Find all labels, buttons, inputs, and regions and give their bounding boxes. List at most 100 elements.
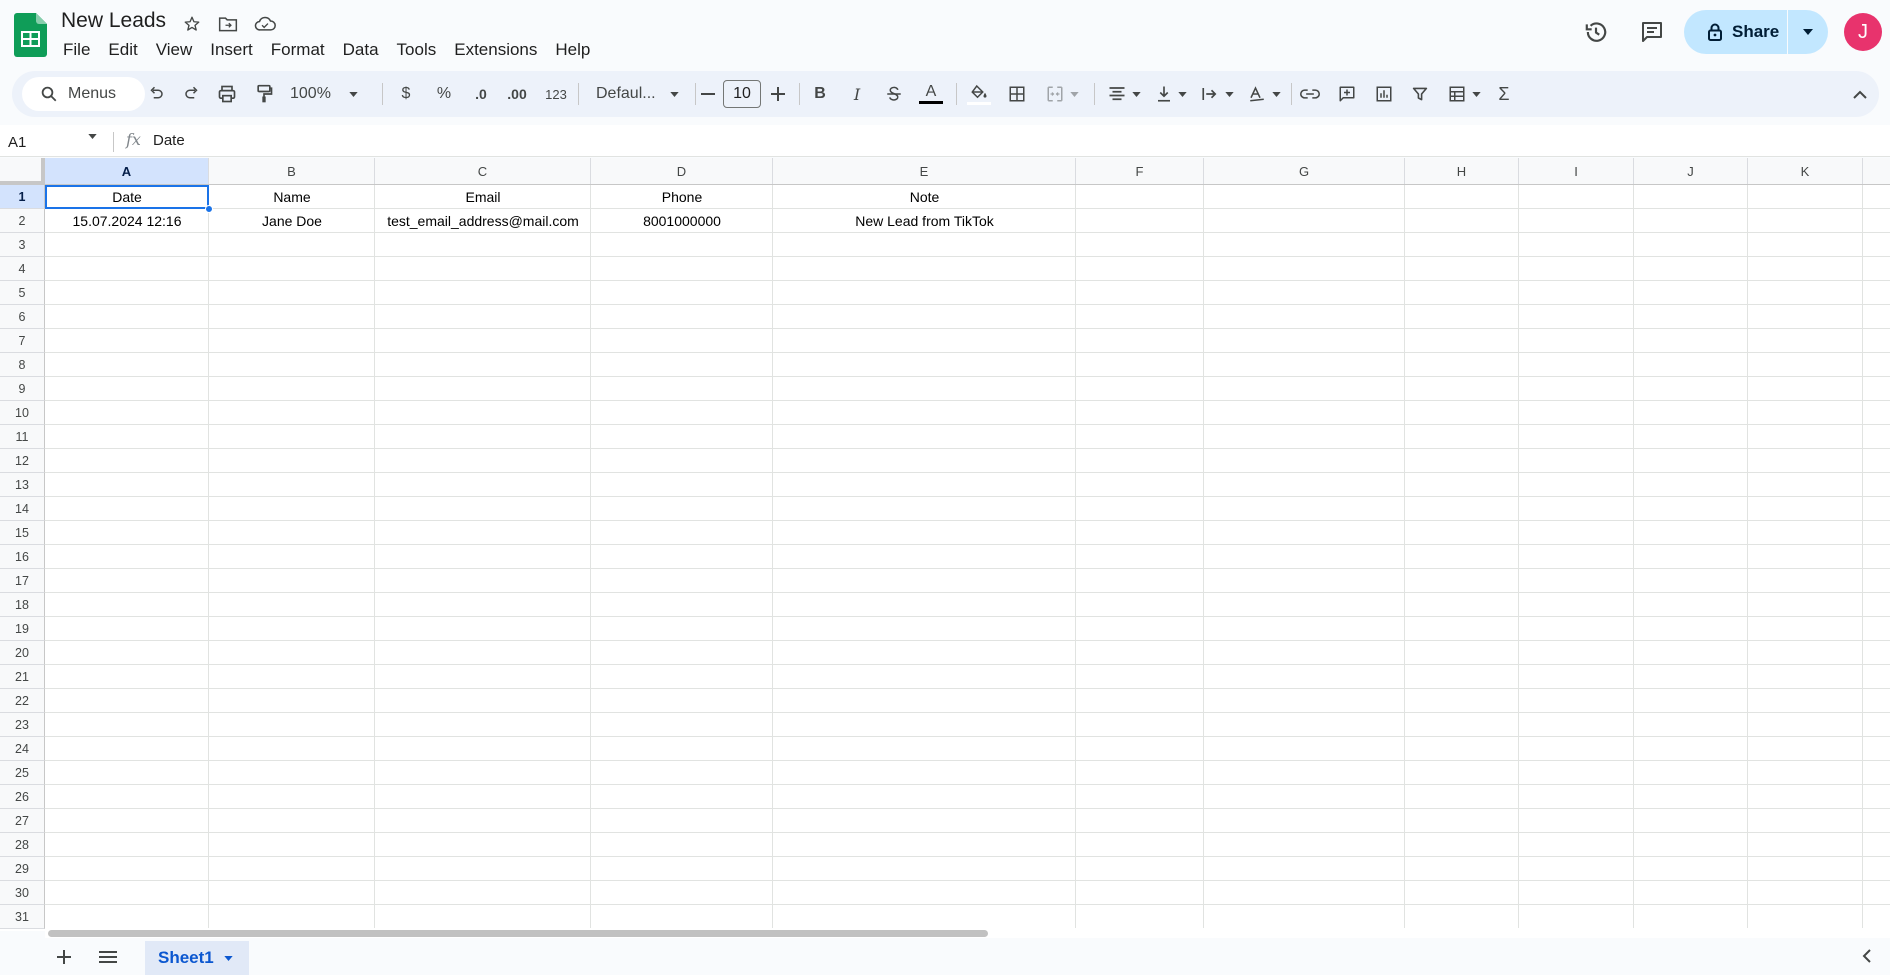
increase-decimal-button[interactable]: .00 <box>502 80 532 108</box>
fill-handle[interactable] <box>205 205 213 213</box>
insert-link-icon[interactable] <box>1298 80 1322 108</box>
redo-icon[interactable] <box>180 80 204 108</box>
row-header-18[interactable]: 18 <box>0 593 45 617</box>
undo-icon[interactable] <box>144 80 168 108</box>
version-history-icon[interactable] <box>1580 16 1612 48</box>
font-size-input[interactable]: 10 <box>723 80 761 108</box>
row-header-4[interactable]: 4 <box>0 257 45 281</box>
column-header-d[interactable]: D <box>591 158 773 184</box>
row-header-2[interactable]: 2 <box>0 209 45 233</box>
column-header-g[interactable]: G <box>1204 158 1405 184</box>
cell-b1[interactable]: Name <box>209 185 375 209</box>
row-header-14[interactable]: 14 <box>0 497 45 521</box>
zoom-select[interactable]: 100% <box>290 80 370 108</box>
row-header-24[interactable]: 24 <box>0 737 45 761</box>
row-header-25[interactable]: 25 <box>0 761 45 785</box>
row-header-29[interactable]: 29 <box>0 857 45 881</box>
row-header-17[interactable]: 17 <box>0 569 45 593</box>
share-dropdown-button[interactable] <box>1788 10 1828 54</box>
menu-view[interactable]: View <box>147 38 202 62</box>
row-header-6[interactable]: 6 <box>0 305 45 329</box>
column-header-c[interactable]: C <box>375 158 591 184</box>
column-header-j[interactable]: J <box>1634 158 1748 184</box>
row-header-21[interactable]: 21 <box>0 665 45 689</box>
row-header-13[interactable]: 13 <box>0 473 45 497</box>
row-header-10[interactable]: 10 <box>0 401 45 425</box>
menu-data[interactable]: Data <box>334 38 388 62</box>
italic-button[interactable]: I <box>845 80 869 108</box>
menu-insert[interactable]: Insert <box>201 38 262 62</box>
cell-e2[interactable]: New Lead from TikTok <box>773 209 1076 233</box>
horizontal-scrollbar[interactable] <box>45 928 1890 938</box>
bold-button[interactable]: B <box>808 80 832 108</box>
all-sheets-button[interactable] <box>96 945 120 969</box>
text-rotation-icon[interactable] <box>1242 80 1286 108</box>
row-header-16[interactable]: 16 <box>0 545 45 569</box>
row-header-12[interactable]: 12 <box>0 449 45 473</box>
row-header-31[interactable]: 31 <box>0 905 45 929</box>
spreadsheet-grid[interactable]: ABCDEFGHIJK 1 2 3 4 5 6 7 8 9 10 11 12 13 14 15 16 17 18 1… <box>0 158 1890 931</box>
sheets-logo-icon[interactable] <box>14 13 47 57</box>
number-format-button[interactable]: 123 <box>541 80 571 108</box>
cell-c2[interactable]: test_email_address@mail.com <box>375 209 591 233</box>
row-header-30[interactable]: 30 <box>0 881 45 905</box>
row-header-8[interactable]: 8 <box>0 353 45 377</box>
cell-d2[interactable]: 8001000000 <box>591 209 773 233</box>
caret-down-icon[interactable] <box>88 134 97 139</box>
chevron-left-icon[interactable] <box>1862 949 1872 963</box>
search-menus-button[interactable]: Menus <box>22 77 145 111</box>
formula-input[interactable]: Date <box>153 132 185 149</box>
column-header-f[interactable]: F <box>1076 158 1204 184</box>
column-header-h[interactable]: H <box>1405 158 1519 184</box>
document-title[interactable]: New Leads <box>61 9 166 33</box>
cell-e1[interactable]: Note <box>773 185 1076 209</box>
cell-b2[interactable]: Jane Doe <box>209 209 375 233</box>
column-header-b[interactable]: B <box>209 158 375 184</box>
cell-a2[interactable]: 15.07.2024 12:16 <box>45 209 209 233</box>
column-header-i[interactable]: I <box>1519 158 1634 184</box>
row-header-20[interactable]: 20 <box>0 641 45 665</box>
menu-file[interactable]: File <box>56 38 99 62</box>
insert-chart-icon[interactable] <box>1372 80 1396 108</box>
menu-format[interactable]: Format <box>262 38 334 62</box>
menu-extensions[interactable]: Extensions <box>445 38 546 62</box>
comments-icon[interactable] <box>1636 16 1668 48</box>
column-header-a[interactable]: A <box>45 158 209 184</box>
row-header-1[interactable]: 1 <box>0 185 45 209</box>
cell-area[interactable]: Date Name Email Phone Note 15.07.2024 12:16 Ja… <box>45 185 1890 931</box>
scrollbar-thumb[interactable] <box>48 930 988 937</box>
print-icon[interactable] <box>215 80 239 108</box>
row-header-28[interactable]: 28 <box>0 833 45 857</box>
strikethrough-icon[interactable] <box>882 80 906 108</box>
decrease-decimal-button[interactable]: .0 <box>467 80 495 108</box>
cell-d1[interactable]: Phone <box>591 185 773 209</box>
paint-format-icon[interactable] <box>252 80 276 108</box>
row-header-7[interactable]: 7 <box>0 329 45 353</box>
vertical-align-icon[interactable] <box>1149 80 1193 108</box>
functions-button[interactable]: Σ <box>1492 80 1516 108</box>
horizontal-align-icon[interactable] <box>1102 80 1146 108</box>
row-header-11[interactable]: 11 <box>0 425 45 449</box>
sheet-tab-sheet1[interactable]: Sheet1 <box>145 941 249 975</box>
text-color-button[interactable]: A <box>917 80 945 108</box>
borders-icon[interactable] <box>1005 80 1029 108</box>
menu-tools[interactable]: Tools <box>388 38 446 62</box>
column-header-k[interactable]: K <box>1748 158 1863 184</box>
row-header-26[interactable]: 26 <box>0 785 45 809</box>
caret-down-icon[interactable] <box>224 955 233 961</box>
add-sheet-button[interactable] <box>52 945 76 969</box>
font-family-select[interactable]: Defaul... <box>585 80 685 108</box>
cell-c1[interactable]: Email <box>375 185 591 209</box>
avatar[interactable]: J <box>1844 13 1882 51</box>
filter-icon[interactable] <box>1408 80 1432 108</box>
merge-cells-icon[interactable] <box>1040 80 1084 108</box>
currency-format-button[interactable]: $ <box>394 80 418 108</box>
row-header-15[interactable]: 15 <box>0 521 45 545</box>
row-header-22[interactable]: 22 <box>0 689 45 713</box>
row-header-19[interactable]: 19 <box>0 617 45 641</box>
row-header-27[interactable]: 27 <box>0 809 45 833</box>
select-all-corner[interactable] <box>0 158 45 185</box>
cloud-saved-icon[interactable] <box>253 12 277 36</box>
row-header-9[interactable]: 9 <box>0 377 45 401</box>
insert-comment-icon[interactable] <box>1335 80 1359 108</box>
